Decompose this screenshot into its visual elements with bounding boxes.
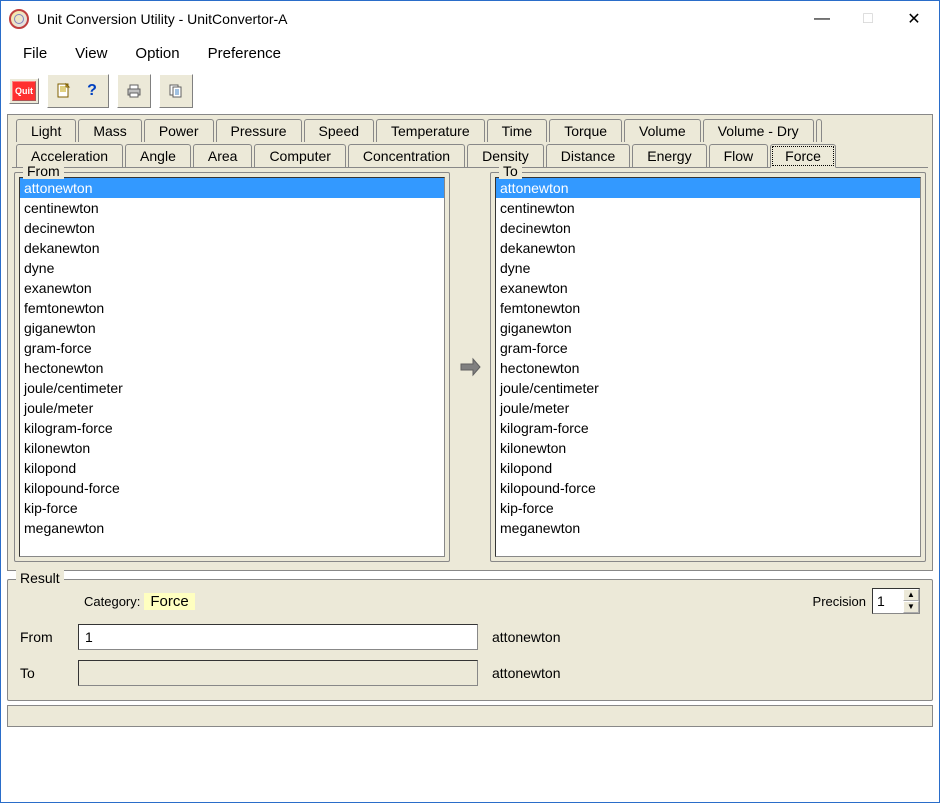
help-icon[interactable]: ? — [78, 77, 106, 105]
maximize-button: □ — [845, 4, 891, 34]
tab-pressure[interactable]: Pressure — [216, 119, 302, 142]
list-item[interactable]: hectonewton — [20, 358, 444, 378]
menu-preference[interactable]: Preference — [194, 41, 295, 66]
from-label: From — [23, 163, 64, 179]
list-item[interactable]: kilopound-force — [496, 478, 920, 498]
list-item[interactable]: dekanewton — [496, 238, 920, 258]
tab-torque[interactable]: Torque — [549, 119, 622, 142]
list-item[interactable]: dekanewton — [20, 238, 444, 258]
arrow-icon — [456, 353, 484, 381]
list-item[interactable]: decinewton — [20, 218, 444, 238]
tab-area[interactable]: Area — [193, 144, 253, 167]
list-item[interactable]: centinewton — [496, 198, 920, 218]
list-item[interactable]: decinewton — [496, 218, 920, 238]
precision-input[interactable] — [873, 589, 903, 613]
list-item[interactable]: kilonewton — [20, 438, 444, 458]
list-item[interactable]: hectonewton — [496, 358, 920, 378]
precision-spinner[interactable]: ▲ ▼ — [872, 588, 920, 614]
tab-temperature[interactable]: Temperature — [376, 119, 485, 142]
from-row-label: From — [20, 629, 68, 645]
from-unit-label: attonewton — [492, 629, 561, 645]
list-item[interactable]: kilogram-force — [20, 418, 444, 438]
menu-view[interactable]: View — [61, 41, 121, 66]
menu-file[interactable]: File — [9, 41, 61, 66]
list-item[interactable]: kilonewton — [496, 438, 920, 458]
tab-volume[interactable]: Volume — [624, 119, 701, 142]
window-title: Unit Conversion Utility - UnitConvertor-… — [37, 11, 799, 27]
to-label: To — [499, 163, 522, 179]
list-item[interactable]: attonewton — [496, 178, 920, 198]
list-item[interactable]: meganewton — [496, 518, 920, 538]
toolbar: Quit ? — [1, 70, 939, 114]
quit-button[interactable]: Quit — [12, 81, 36, 101]
list-item[interactable]: kilopond — [20, 458, 444, 478]
tab-force[interactable]: Force — [770, 144, 836, 168]
result-label: Result — [16, 570, 64, 586]
app-icon — [9, 9, 29, 29]
tab-concentration[interactable]: Concentration — [348, 144, 465, 167]
category-value: Force — [144, 593, 194, 610]
menubar: File View Option Preference — [1, 37, 939, 70]
tab-computer[interactable]: Computer — [254, 144, 345, 167]
document-icon[interactable] — [50, 77, 78, 105]
copy-icon[interactable] — [162, 77, 190, 105]
list-item[interactable]: joule/centimeter — [20, 378, 444, 398]
to-value-output — [78, 660, 478, 686]
tab-power[interactable]: Power — [144, 119, 214, 142]
category-label: Category: — [84, 594, 140, 609]
tab-angle[interactable]: Angle — [125, 144, 191, 167]
to-panel: To attonewtoncentinewtondecinewtondekane… — [490, 172, 926, 562]
list-item[interactable]: kip-force — [20, 498, 444, 518]
tab-row-2: AccelerationAngleAreaComputerConcentrati… — [12, 142, 928, 168]
tab-speed[interactable]: Speed — [304, 119, 374, 142]
tab-volume-dry[interactable]: Volume - Dry — [703, 119, 814, 142]
tab-light[interactable]: Light — [16, 119, 76, 142]
list-item[interactable]: gram-force — [20, 338, 444, 358]
list-item[interactable]: dyne — [20, 258, 444, 278]
close-button[interactable]: ✕ — [891, 4, 937, 34]
main-content: LightMassPowerPressureSpeedTemperatureTi… — [7, 114, 933, 571]
titlebar: Unit Conversion Utility - UnitConvertor-… — [1, 1, 939, 37]
precision-up[interactable]: ▲ — [903, 589, 919, 601]
list-item[interactable]: giganewton — [496, 318, 920, 338]
list-item[interactable]: gram-force — [496, 338, 920, 358]
list-item[interactable]: joule/meter — [20, 398, 444, 418]
to-row-label: To — [20, 665, 68, 681]
list-item[interactable]: kilogram-force — [496, 418, 920, 438]
list-item[interactable]: kilopound-force — [20, 478, 444, 498]
list-item[interactable]: meganewton — [20, 518, 444, 538]
precision-label: Precision — [813, 594, 866, 609]
tab-energy[interactable]: Energy — [632, 144, 706, 167]
print-icon[interactable] — [120, 77, 148, 105]
list-item[interactable]: joule/meter — [496, 398, 920, 418]
precision-down[interactable]: ▼ — [903, 601, 919, 613]
from-value-input[interactable] — [78, 624, 478, 650]
list-item[interactable]: kip-force — [496, 498, 920, 518]
list-item[interactable]: exanewton — [496, 278, 920, 298]
list-item[interactable]: exanewton — [20, 278, 444, 298]
from-panel: From attonewtoncentinewtondecinewtondeka… — [14, 172, 450, 562]
list-item[interactable]: dyne — [496, 258, 920, 278]
list-item[interactable]: femtonewton — [496, 298, 920, 318]
tab-distance[interactable]: Distance — [546, 144, 630, 167]
list-item[interactable]: attonewton — [20, 178, 444, 198]
from-listbox[interactable]: attonewtoncentinewtondecinewtondekanewto… — [19, 177, 445, 557]
to-unit-label: attonewton — [492, 665, 561, 681]
list-item[interactable]: centinewton — [20, 198, 444, 218]
window-controls: — □ ✕ — [799, 4, 937, 34]
list-item[interactable]: femtonewton — [20, 298, 444, 318]
list-item[interactable]: joule/centimeter — [496, 378, 920, 398]
to-listbox[interactable]: attonewtoncentinewtondecinewtondekanewto… — [495, 177, 921, 557]
tab-time[interactable]: Time — [487, 119, 548, 142]
menu-option[interactable]: Option — [121, 41, 193, 66]
conversion-panels: From attonewtoncentinewtondecinewtondeka… — [12, 168, 928, 566]
statusbar — [7, 705, 933, 727]
list-item[interactable]: kilopond — [496, 458, 920, 478]
tab-mass[interactable]: Mass — [78, 119, 141, 142]
list-item[interactable]: giganewton — [20, 318, 444, 338]
tab-row-1: LightMassPowerPressureSpeedTemperatureTi… — [12, 117, 928, 142]
result-panel: Result Category: Force Precision ▲ ▼ Fro… — [7, 579, 933, 701]
minimize-button[interactable]: — — [799, 4, 845, 34]
tab-flow[interactable]: Flow — [709, 144, 769, 167]
